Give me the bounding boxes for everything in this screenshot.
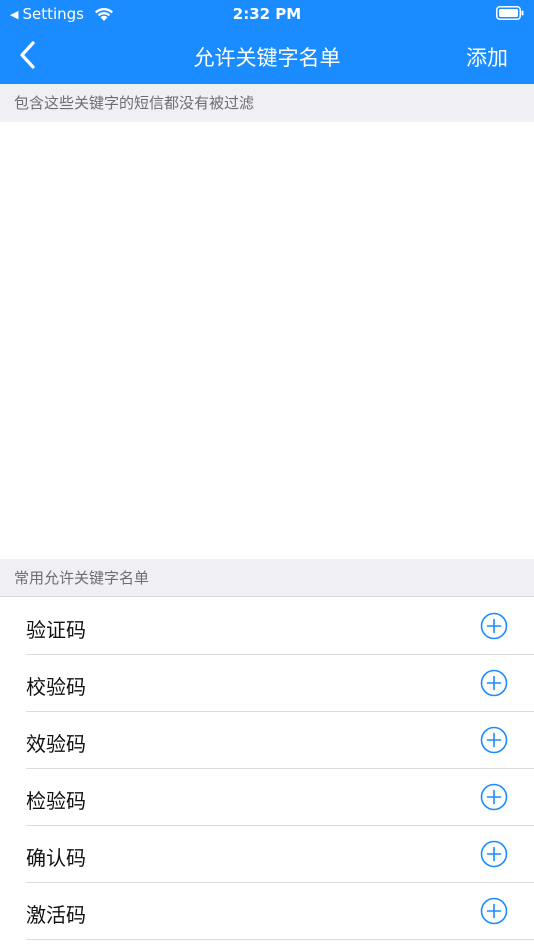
allow-section-caption: 包含这些关键字的短信都没有被过滤 bbox=[0, 84, 534, 122]
keyword-label: 校验码 bbox=[26, 675, 86, 699]
plus-circle-icon[interactable] bbox=[480, 726, 508, 754]
keyword-label: 效验码 bbox=[26, 732, 86, 756]
status-time: 2:32 PM bbox=[232, 5, 302, 23]
battery-icon bbox=[496, 6, 524, 20]
list-item[interactable]: 验证码 bbox=[26, 598, 534, 655]
top-bar: ◀ Settings 2:32 PM 允许关键字名单 添加 bbox=[0, 0, 534, 84]
list-item[interactable]: 效验码 bbox=[26, 712, 534, 769]
keyword-label: 激活码 bbox=[26, 903, 86, 927]
status-bar: ◀ Settings 2:32 PM bbox=[0, 0, 534, 28]
keyword-label: 检验码 bbox=[26, 789, 86, 813]
plus-circle-icon[interactable] bbox=[480, 669, 508, 697]
plus-circle-icon[interactable] bbox=[480, 840, 508, 868]
keyword-label: 确认码 bbox=[26, 846, 86, 870]
list-item[interactable]: 激活码 bbox=[26, 883, 534, 940]
keyword-label: 验证码 bbox=[26, 618, 86, 642]
allow-list-empty bbox=[0, 122, 534, 559]
list-item[interactable]: 校验码 bbox=[26, 655, 534, 712]
list-item[interactable]: 检验码 bbox=[26, 769, 534, 826]
nav-bar: 允许关键字名单 添加 bbox=[0, 28, 534, 84]
common-keyword-list: 验证码 校验码 效验码 检验码 确认码 激活码 bbox=[0, 598, 534, 940]
list-item[interactable]: 确认码 bbox=[26, 826, 534, 883]
plus-circle-icon[interactable] bbox=[480, 612, 508, 640]
plus-circle-icon[interactable] bbox=[480, 783, 508, 811]
plus-circle-icon[interactable] bbox=[480, 897, 508, 925]
common-section-caption: 常用允许关键字名单 bbox=[0, 559, 534, 597]
add-button[interactable]: 添加 bbox=[466, 42, 508, 72]
page-title: 允许关键字名单 bbox=[193, 46, 341, 70]
